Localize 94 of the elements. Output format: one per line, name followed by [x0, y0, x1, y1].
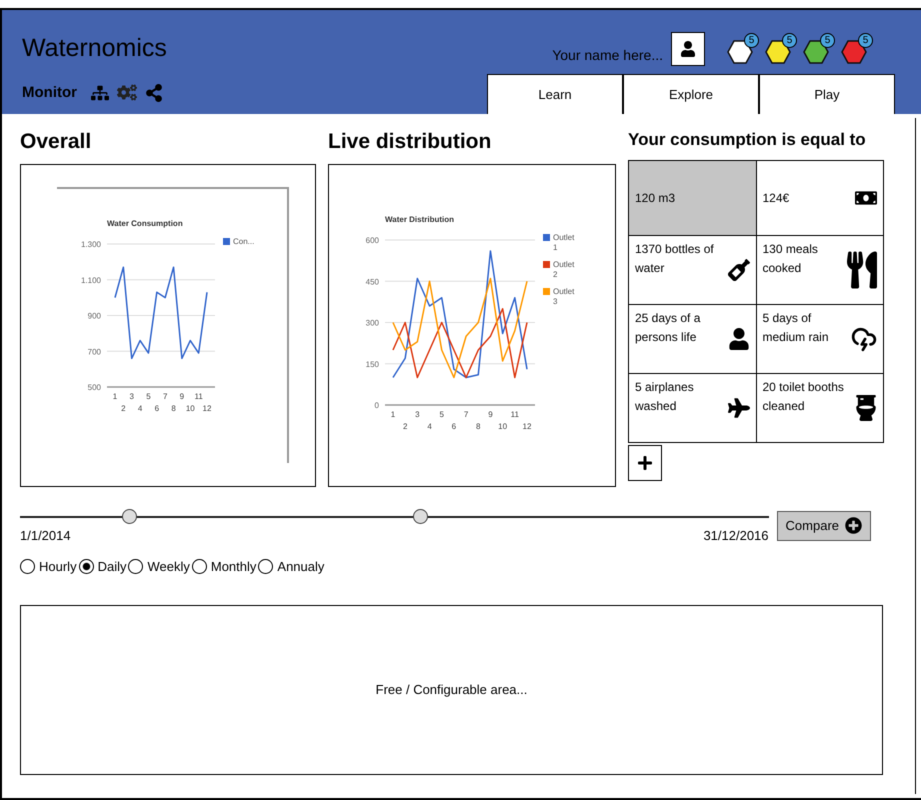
legend-label: Outlet 3	[553, 286, 574, 306]
section-heading: Overall	[20, 129, 92, 155]
radio-option[interactable]: Daily	[78, 557, 126, 576]
axis-tick-label: 700	[88, 346, 101, 356]
chart-title: Water Consumption	[107, 218, 183, 228]
tile-text: 20 toilet booths cleaned	[762, 379, 845, 415]
nav-tab[interactable]: Learn	[487, 74, 623, 114]
badge-count: 5	[782, 33, 797, 48]
sitemap-icon[interactable]	[90, 84, 109, 101]
end-date: 31/12/2016	[703, 526, 769, 544]
axis-tick-label: 600	[366, 236, 379, 244]
legend-swatch	[543, 288, 550, 294]
axis-tick-label: 11	[510, 410, 519, 418]
axis-tick-label: 9	[488, 410, 493, 418]
radio-option[interactable]: Annualy	[258, 557, 324, 576]
axis-tick-label: 11	[194, 392, 203, 400]
settings-icon[interactable]	[116, 84, 137, 102]
axis-tick-label: 3	[415, 410, 420, 418]
placeholder-text: Free / Configurable area...	[376, 680, 528, 699]
storm-cloud-icon	[851, 326, 877, 352]
radio-button[interactable]	[78, 559, 94, 574]
tile-text: 25 days of a persons life	[635, 310, 702, 346]
nav-tab[interactable]: Play	[759, 74, 895, 114]
axis-tick-label: 1	[112, 392, 118, 400]
radio-button[interactable]	[20, 559, 35, 574]
axis-tick-label: 5	[146, 392, 151, 400]
radio-button[interactable]	[258, 559, 274, 574]
axis-tick-label: 300	[366, 318, 379, 327]
badge-count: 5	[858, 33, 873, 48]
radio-button[interactable]	[192, 559, 207, 574]
radio-button[interactable]	[128, 559, 144, 574]
axis-tick-label: 7	[162, 392, 168, 400]
axis-tick-label: 10	[186, 404, 195, 412]
tile-text: 120 m3	[635, 190, 676, 206]
axis-tick-label: 2	[121, 404, 126, 412]
slider-thumb[interactable]	[413, 508, 428, 524]
radio-option[interactable]: Monthly	[192, 557, 256, 576]
axis-tick-label: 9	[180, 392, 184, 400]
axis-tick-label: 0	[374, 400, 379, 410]
axis-tick-label: 8	[171, 404, 176, 412]
start-date: 1/1/2014	[20, 526, 71, 544]
axis-tick-label: 900	[88, 311, 101, 320]
axis-tick-label: 5	[440, 410, 444, 418]
axis-tick-label: 6	[154, 404, 160, 412]
avatar-button[interactable]	[671, 32, 705, 66]
legend-label: Outlet 1	[553, 232, 574, 252]
share-icon[interactable]	[144, 84, 163, 102]
airplane-icon	[728, 397, 750, 419]
badge-count: 5	[744, 33, 759, 48]
section-heading: Your consumption is equal to	[628, 129, 867, 151]
radio-option[interactable]: Hourly	[20, 557, 77, 576]
axis-tick-label: 1	[390, 410, 396, 418]
date-range-slider[interactable]	[20, 508, 769, 524]
axis-tick-label: 4	[427, 422, 432, 430]
axis-tick-label: 2	[402, 422, 408, 430]
tile-text: 124€	[762, 190, 790, 206]
compare-button[interactable]: Compare	[776, 510, 871, 540]
axis-tick-label: 4	[138, 404, 142, 412]
plus-icon	[637, 455, 653, 471]
axis-tick-label: 8	[476, 422, 480, 430]
axis-tick-label: 12	[202, 404, 212, 412]
axis-tick-label: 12	[522, 422, 532, 430]
tile-text: 5 days of medium rain	[762, 310, 830, 346]
slider-thumb[interactable]	[122, 508, 137, 524]
tile-text: 130 meals cooked	[762, 241, 819, 277]
axis-tick-label: 7	[464, 410, 468, 418]
section-heading: Live distribution	[328, 129, 492, 155]
user-name-text: Your name here...	[552, 46, 663, 64]
chart-title: Water Distribution	[385, 214, 454, 224]
legend-swatch	[543, 234, 550, 240]
person-icon	[728, 328, 750, 350]
legend-label: Outlet 2	[553, 260, 574, 278]
toilet-icon	[855, 395, 877, 421]
legend-label: Con...	[233, 236, 254, 246]
badge-count: 5	[820, 33, 835, 48]
fork-knife-icon	[847, 250, 877, 290]
axis-tick-label: 450	[366, 276, 379, 286]
legend-swatch	[223, 238, 230, 244]
app-title: Waternomics	[22, 33, 167, 64]
axis-tick-label: 6	[452, 422, 456, 430]
axis-tick-label: 1.300	[80, 240, 101, 248]
radio-option[interactable]: Weekly	[128, 557, 190, 576]
axis-tick-label: 500	[88, 382, 101, 392]
tile-text: 1370 bottles of water	[635, 241, 715, 277]
axis-tick-label: 3	[130, 392, 134, 400]
section-label: Monitor	[22, 82, 77, 102]
add-button[interactable]	[628, 445, 662, 481]
nav-tab[interactable]: Explore	[623, 74, 759, 114]
user-icon	[680, 41, 696, 57]
axis-tick-label: 150	[366, 359, 379, 368]
legend-swatch	[543, 260, 550, 268]
axis-tick-label: 1.100	[80, 275, 101, 284]
tile-text: 5 airplanes washed	[635, 379, 695, 415]
axis-tick-label: 10	[498, 422, 508, 430]
